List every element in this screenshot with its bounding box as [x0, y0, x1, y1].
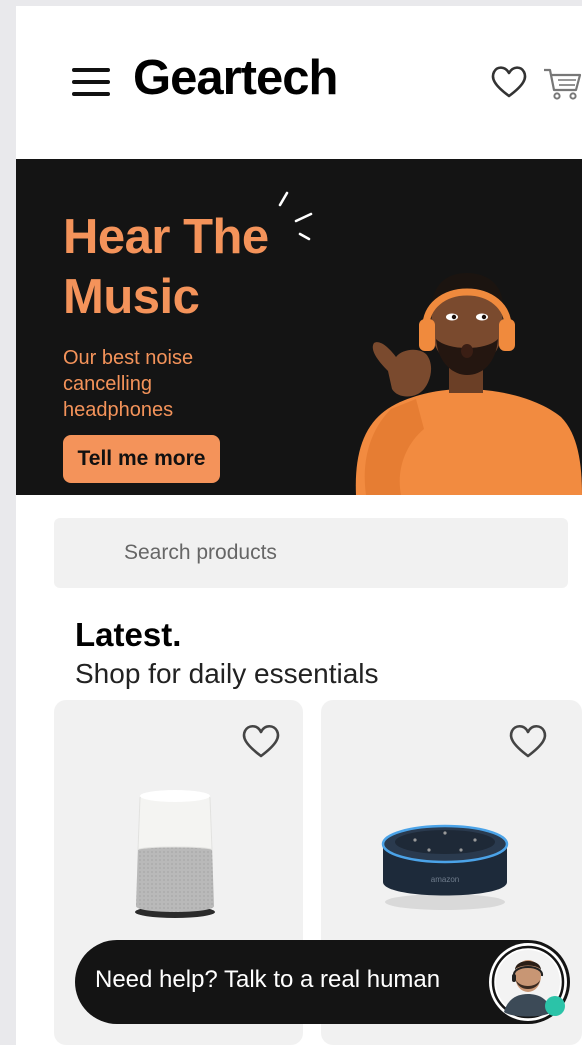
product-brand-text: amazon [431, 875, 459, 884]
heart-icon[interactable] [240, 722, 282, 760]
tell-me-more-button[interactable]: Tell me more [63, 435, 220, 483]
live-chat-label: Need help? Talk to a real human [95, 966, 441, 993]
hamburger-menu-icon[interactable] [72, 68, 110, 96]
sparkle-icon [278, 191, 313, 241]
live-chat-button[interactable]: Need help? Talk to a real human [75, 940, 570, 1024]
shopping-cart-icon[interactable] [542, 66, 582, 102]
section-subtitle: Shop for daily essentials [75, 658, 379, 689]
person-with-headphones-image [355, 273, 582, 495]
heart-icon[interactable] [507, 722, 549, 760]
app-logo[interactable]: Geartech [133, 50, 338, 106]
hero-banner: Hear The Music Our best noise cancelling… [16, 159, 582, 495]
smart-speaker-puck-image: amazon [381, 824, 509, 910]
search-input[interactable] [54, 518, 568, 588]
online-status-indicator [545, 996, 565, 1016]
hero-title-line2: Music [63, 270, 200, 324]
hero-subtitle: Our best noise cancelling headphones [63, 347, 194, 421]
heart-icon[interactable] [490, 64, 528, 100]
app-frame: Geartech Hear The Music Our best noise c… [16, 6, 582, 1045]
section-title: Latest. [75, 616, 182, 653]
hero-title: Hear The Music [63, 207, 269, 327]
hero-title-line1: Hear The [63, 210, 269, 264]
app-header: Geartech [16, 6, 582, 158]
smart-speaker-image [135, 790, 215, 918]
